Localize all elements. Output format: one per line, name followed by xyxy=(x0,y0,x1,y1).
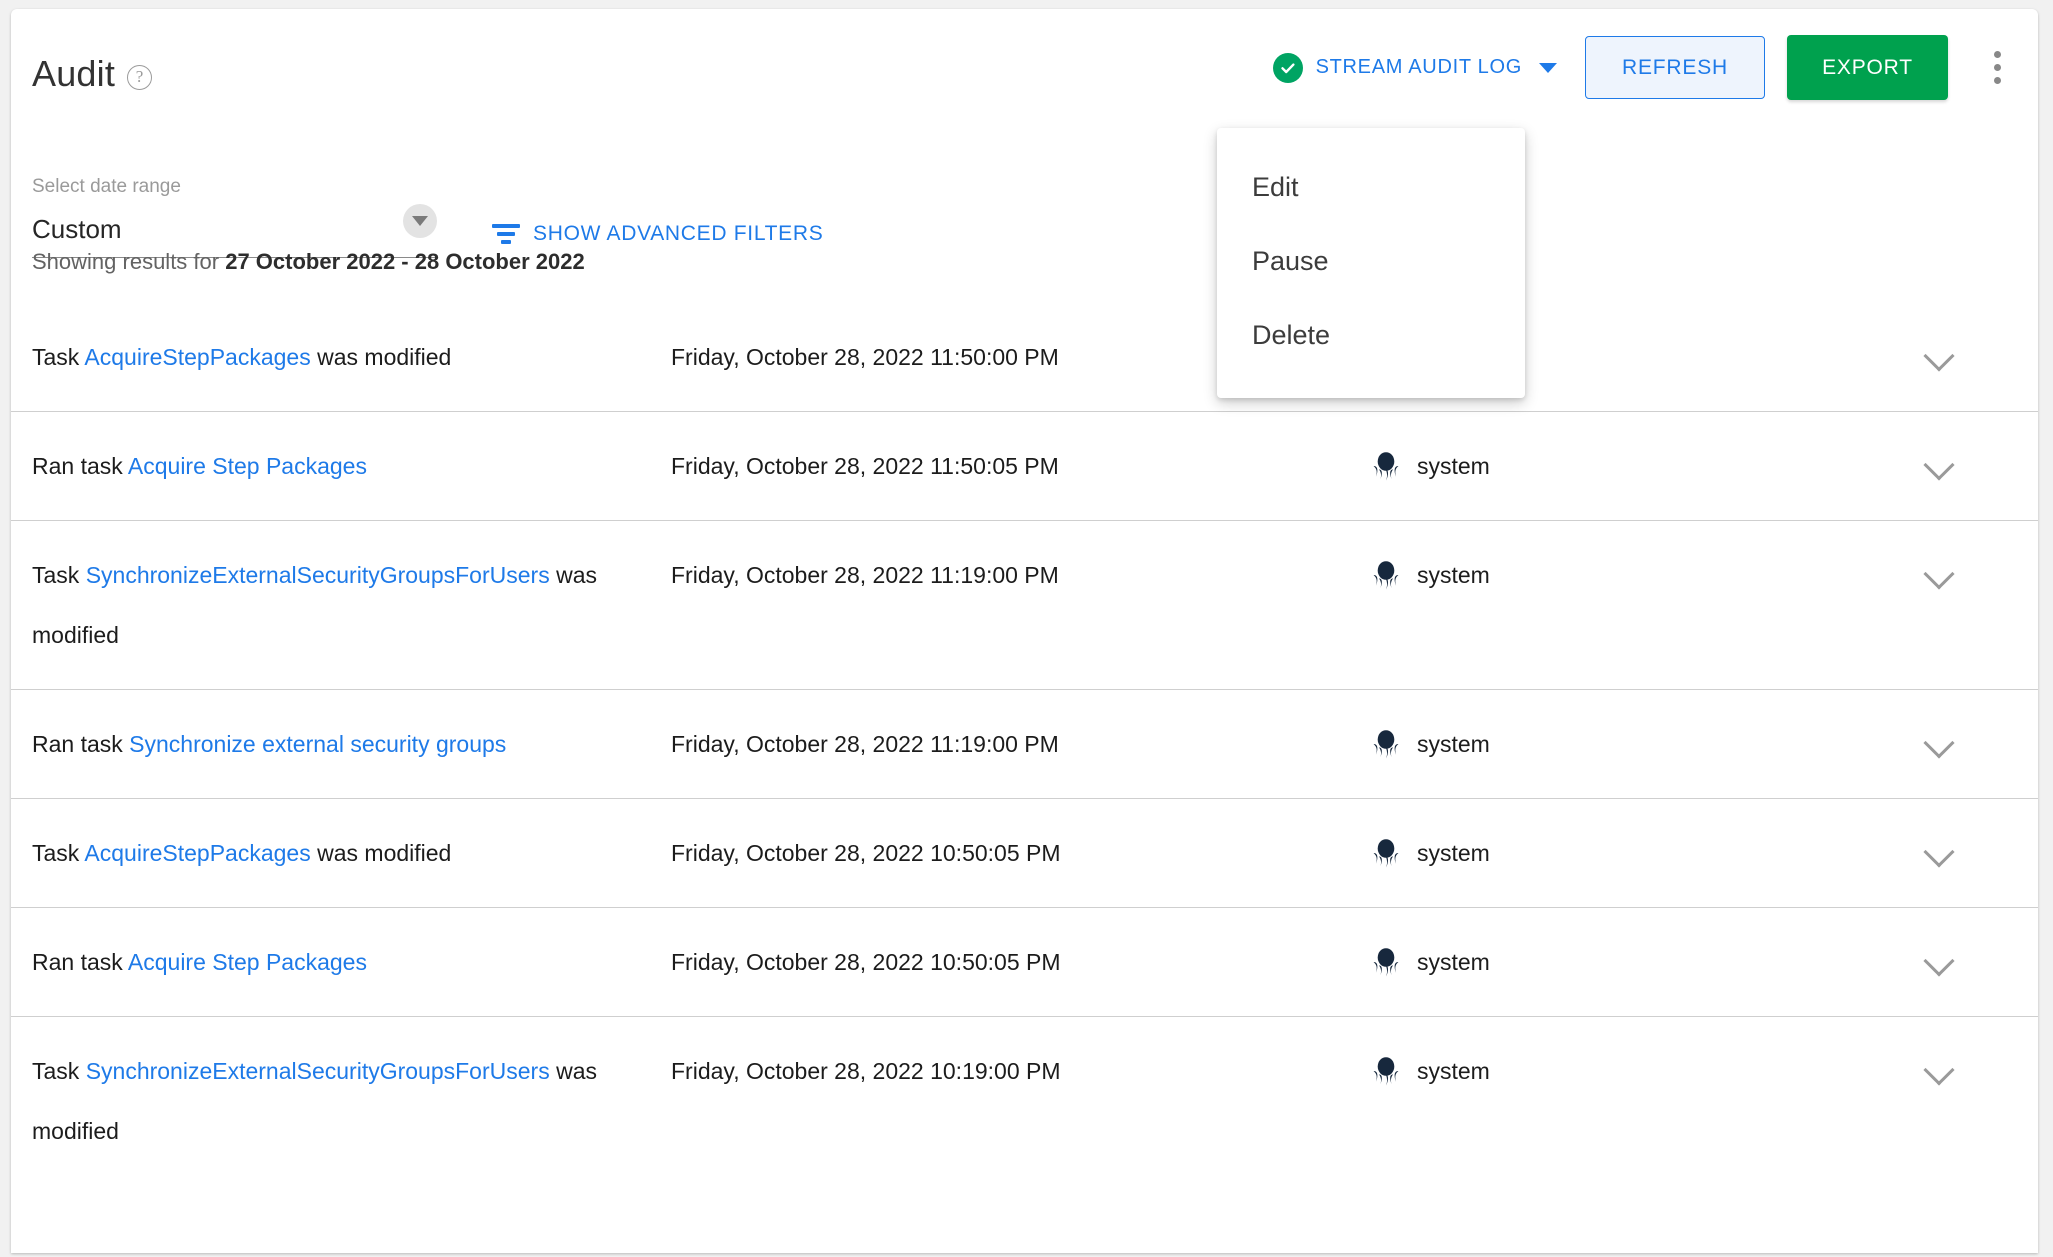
audit-page: Audit ? STREAM AUDIT LOG REFRESH EXPORT xyxy=(0,0,2053,1257)
audit-event-description: Ran task Acquire Step Packages xyxy=(11,932,671,992)
audit-event-list: Task AcquireStepPackages was modified Fri… xyxy=(11,303,2038,1185)
audit-event-user: system xyxy=(1371,932,1928,992)
event-prefix: Ran task xyxy=(32,731,130,757)
audit-event-user: system xyxy=(1371,436,1928,496)
filter-icon xyxy=(492,222,520,246)
octopus-icon xyxy=(1373,730,1399,759)
event-entity-link[interactable]: SynchronizeExternalSecurityGroupsForUser… xyxy=(86,1058,550,1084)
show-advanced-filters-button[interactable]: SHOW ADVANCED FILTERS xyxy=(492,222,823,246)
showing-results-range: 27 October 2022 - 28 October 2022 xyxy=(225,249,585,274)
event-prefix: Task xyxy=(32,344,85,370)
audit-event-user-name: system xyxy=(1417,1058,1490,1084)
date-range-value: Custom xyxy=(32,213,122,244)
table-row[interactable]: Ran task Acquire Step Packages Friday, Oc… xyxy=(11,907,2038,1016)
stream-audit-log-control[interactable]: STREAM AUDIT LOG xyxy=(1272,52,1557,83)
audit-event-description: Task SynchronizeExternalSecurityGroupsFo… xyxy=(11,1041,671,1161)
audit-event-user: system xyxy=(1371,545,1928,605)
audit-event-timestamp: Friday, October 28, 2022 11:19:00 PM xyxy=(671,562,1059,588)
audit-event-timestamp: Friday, October 28, 2022 10:50:05 PM xyxy=(671,949,1061,975)
table-row[interactable]: Task AcquireStepPackages was modified Fri… xyxy=(11,303,2038,411)
event-entity-link[interactable]: SynchronizeExternalSecurityGroupsForUser… xyxy=(86,562,550,588)
audit-event-description: Ran task Acquire Step Packages xyxy=(11,436,671,496)
page-header: Audit ? STREAM AUDIT LOG REFRESH EXPORT xyxy=(11,9,2038,127)
audit-event-user: system xyxy=(1371,714,1928,774)
table-row[interactable]: Ran task Acquire Step Packages Friday, Oc… xyxy=(11,411,2038,520)
event-entity-link[interactable]: Synchronize external security groups xyxy=(129,731,506,757)
table-row[interactable]: Task SynchronizeExternalSecurityGroupsFo… xyxy=(11,1016,2038,1185)
audit-event-description: Task AcquireStepPackages was modified xyxy=(11,327,671,387)
menu-item-delete[interactable]: Delete xyxy=(1217,298,1525,372)
chevron-down-icon[interactable] xyxy=(1923,436,2038,481)
event-prefix: Task xyxy=(32,840,85,866)
vertical-dots-icon[interactable] xyxy=(1978,39,2016,97)
check-circle-icon xyxy=(1272,52,1303,83)
date-range-select[interactable]: Select date range Custom xyxy=(32,175,437,258)
export-button[interactable]: EXPORT xyxy=(1787,35,1948,100)
event-entity-link[interactable]: Acquire Step Packages xyxy=(128,453,367,479)
audit-event-description: Task SynchronizeExternalSecurityGroupsFo… xyxy=(11,545,671,665)
audit-event-user-name: system xyxy=(1417,731,1490,757)
octopus-icon xyxy=(1373,561,1399,590)
event-suffix: was modified xyxy=(310,840,452,866)
event-prefix: Ran task xyxy=(32,949,128,975)
stream-audit-log-menu: Edit Pause Delete xyxy=(1217,128,1525,398)
event-entity-link[interactable]: Acquire Step Packages xyxy=(128,949,367,975)
stream-audit-log-label: STREAM AUDIT LOG xyxy=(1315,56,1522,78)
date-range-label: Select date range xyxy=(32,176,181,197)
showing-results-prefix: Showing results for xyxy=(32,249,226,274)
table-row[interactable]: Task AcquireStepPackages was modified Fri… xyxy=(11,798,2038,907)
caret-down-icon[interactable] xyxy=(1539,62,1557,73)
dot xyxy=(1993,77,2001,84)
chevron-down-icon[interactable] xyxy=(1923,714,2038,759)
audit-event-user-name: system xyxy=(1417,840,1490,866)
show-advanced-filters-label: SHOW ADVANCED FILTERS xyxy=(533,222,824,245)
octopus-icon xyxy=(1373,452,1399,481)
audit-event-user-name: system xyxy=(1417,562,1490,588)
event-prefix: Task xyxy=(32,562,86,588)
chevron-down-icon[interactable] xyxy=(1923,823,2038,868)
audit-event-timestamp: Friday, October 28, 2022 11:50:05 PM xyxy=(671,453,1059,479)
audit-event-user-name: system xyxy=(1417,453,1490,479)
octopus-icon xyxy=(1373,948,1399,977)
audit-event-user: system xyxy=(1371,1041,1928,1101)
chevron-down-icon[interactable] xyxy=(1923,545,2038,590)
audit-event-timestamp: Friday, October 28, 2022 10:19:00 PM xyxy=(671,1058,1061,1084)
menu-item-pause[interactable]: Pause xyxy=(1217,224,1525,298)
chevron-down-icon[interactable] xyxy=(1923,327,2038,372)
audit-event-description: Task AcquireStepPackages was modified xyxy=(11,823,671,883)
audit-event-description: Ran task Synchronize external security g… xyxy=(11,714,671,774)
audit-card: Audit ? STREAM AUDIT LOG REFRESH EXPORT xyxy=(11,9,2038,1253)
chevron-down-icon[interactable] xyxy=(1923,1041,2038,1086)
help-circle-icon[interactable]: ? xyxy=(127,64,153,90)
event-prefix: Ran task xyxy=(32,453,128,479)
refresh-button[interactable]: REFRESH xyxy=(1585,36,1765,99)
event-suffix: was modified xyxy=(310,344,452,370)
table-row[interactable]: Task SynchronizeExternalSecurityGroupsFo… xyxy=(11,520,2038,689)
audit-event-user: system xyxy=(1371,823,1928,883)
octopus-icon xyxy=(1373,1057,1399,1086)
showing-results: Showing results for 27 October 2022 - 28… xyxy=(32,249,585,275)
chevron-down-icon[interactable] xyxy=(1923,932,2038,977)
filters-bar: Select date range Custom SHOW ADVANCED F… xyxy=(32,175,823,258)
event-entity-link[interactable]: AcquireStepPackages xyxy=(84,840,310,866)
audit-event-timestamp: Friday, October 28, 2022 11:19:00 PM xyxy=(671,731,1059,757)
page-title: Audit xyxy=(32,53,116,94)
dot xyxy=(1993,51,2001,58)
audit-event-user-name: system xyxy=(1417,949,1490,975)
audit-event-timestamp: Friday, October 28, 2022 10:50:05 PM xyxy=(671,840,1061,866)
event-entity-link[interactable]: AcquireStepPackages xyxy=(84,344,310,370)
event-prefix: Task xyxy=(32,1058,86,1084)
menu-item-edit[interactable]: Edit xyxy=(1217,150,1525,224)
caret-down-icon[interactable] xyxy=(403,204,437,238)
table-row[interactable]: Ran task Synchronize external security g… xyxy=(11,689,2038,798)
dot xyxy=(1993,64,2001,71)
title-group: Audit ? xyxy=(32,53,153,94)
octopus-icon xyxy=(1373,839,1399,868)
header-actions: STREAM AUDIT LOG REFRESH EXPORT xyxy=(1272,35,2038,100)
